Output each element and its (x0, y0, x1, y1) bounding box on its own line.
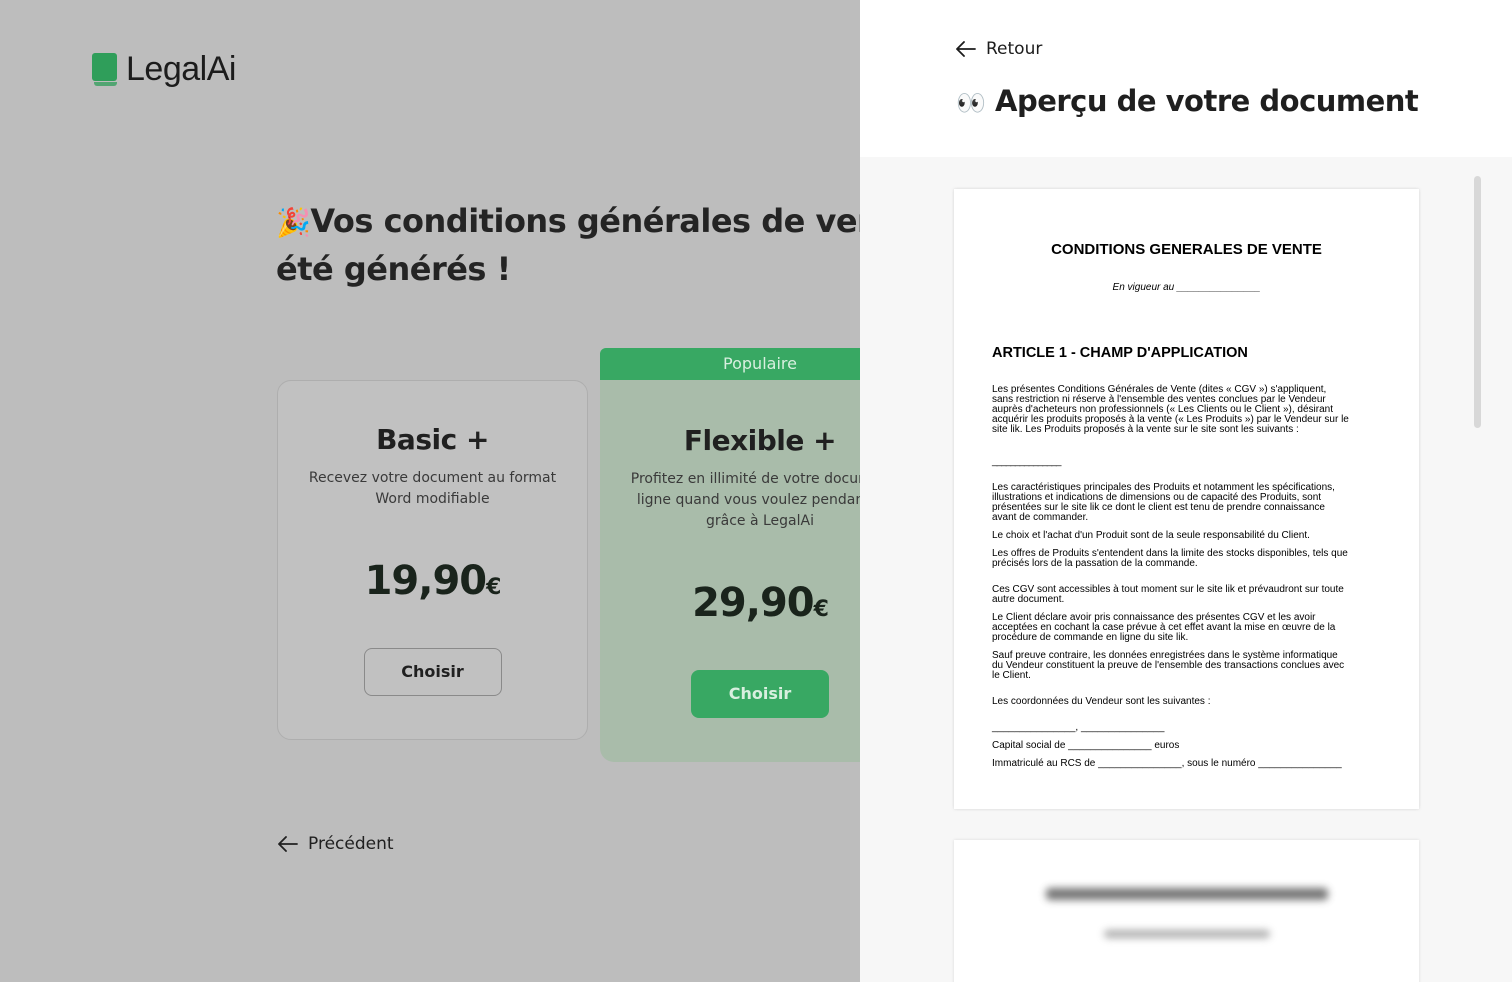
plan-description-line: Recevez votre document au format (308, 470, 557, 486)
logo[interactable]: LegalAi (92, 50, 236, 89)
plan-description: Recevez votre document au format Word mo… (278, 468, 587, 510)
panel-header: Retour 👀 Aperçu de votre document (860, 0, 1512, 157)
previous-button[interactable]: Précédent (278, 834, 394, 854)
plan-price: 19,90€ (278, 558, 587, 604)
back-label: Retour (986, 39, 1043, 59)
previous-label: Précédent (308, 834, 394, 854)
document-page-1: CONDITIONS GENERALES DE VENTE En vigueur… (954, 189, 1419, 809)
plan-title: Basic + (376, 423, 489, 456)
choose-flexible-button[interactable]: Choisir (691, 670, 829, 718)
arrow-left-icon (956, 41, 976, 57)
logo-text: LegalAi (126, 50, 236, 88)
doc-line: avant de commander. (992, 512, 1089, 523)
document-preview-panel: Retour 👀 Aperçu de votre document CONDIT… (860, 0, 1512, 982)
plan-description-line: grâce à LegalAi (705, 513, 814, 529)
plan-description-line: ligne quand vous voulez pendant 1 (636, 492, 884, 508)
doc-line: autre document. (992, 594, 1065, 605)
doc-paragraph: _______________, _______________ (992, 723, 1381, 733)
doc-line: Les coordonnées du Vendeur sont les suiv… (992, 696, 1211, 707)
doc-paragraph: Les offres de Produits s'entendent dans … (992, 549, 1381, 569)
doc-paragraph: Les caractéristiques principales des Pro… (992, 483, 1381, 523)
plan-price-value: 29,90 (692, 580, 815, 626)
page-title-line2: été générés ! (276, 250, 511, 288)
doc-paragraph: Ces CGV sont accessibles à tout moment s… (992, 585, 1381, 605)
eyes-icon: 👀 (956, 89, 986, 117)
doc-line: procédure de commande en ligne du site l… (992, 632, 1189, 643)
doc-line: Immatriculé au RCS de _______________, s… (992, 758, 1342, 769)
party-popper-icon: 🎉 (276, 206, 311, 239)
back-button[interactable]: Retour (956, 39, 1042, 59)
doc-line: Capital social de _______________ euros (992, 740, 1180, 751)
page-title-line1: Vos conditions générales de vente o (310, 202, 948, 240)
panel-title: 👀 Aperçu de votre document (956, 84, 1419, 118)
book-icon (92, 53, 118, 86)
document-page-2-blurred (954, 840, 1419, 982)
doc-paragraph: Sauf preuve contraire, les données enreg… (992, 651, 1381, 681)
plan-card-basic: Basic + Recevez votre document au format… (277, 380, 588, 740)
doc-paragraph: Immatriculé au RCS de _______________, s… (992, 759, 1381, 769)
arrow-left-icon (278, 836, 298, 852)
scrollbar-thumb[interactable] (1474, 176, 1481, 428)
doc-line: Le choix et l'achat d'un Produit sont de… (992, 530, 1310, 541)
plan-description-line: Profitez en illimité de votre documen (630, 471, 890, 487)
doc-line: le Client. (992, 670, 1031, 681)
doc-article-heading: ARTICLE 1 - CHAMP D'APPLICATION (992, 345, 1248, 361)
doc-paragraph: Les présentes Conditions Générales de Ve… (992, 385, 1381, 435)
blurred-text (1046, 888, 1328, 900)
doc-subtitle: En vigueur au _______________ (1112, 282, 1261, 293)
plan-description-line: Word modifiable (375, 491, 490, 507)
doc-line: _______________, _______________ (992, 722, 1165, 733)
doc-line: précisés lors de la passation de la comm… (992, 558, 1198, 569)
plan-price-currency: € (813, 597, 829, 622)
doc-paragraph: Le choix et l'achat d'un Produit sont de… (992, 531, 1381, 541)
doc-title: CONDITIONS GENERALES DE VENTE (1051, 241, 1322, 258)
plan-price-currency: € (486, 575, 501, 600)
doc-line: site lik. Les Produits proposés à la ven… (992, 424, 1299, 435)
doc-paragraph: Le Client déclare avoir pris connaissanc… (992, 613, 1381, 643)
doc-blank-line: _______________ (992, 456, 1061, 467)
doc-paragraph: Les coordonnées du Vendeur sont les suiv… (992, 697, 1381, 707)
doc-line: du Vendeur constituent la preuve de l'en… (992, 660, 1345, 671)
doc-paragraph: Capital social de _______________ euros (992, 741, 1381, 751)
panel-title-text: Aperçu de votre document (995, 84, 1419, 118)
plan-price-value: 19,90 (364, 558, 488, 604)
blurred-text (1104, 930, 1270, 938)
choose-basic-button[interactable]: Choisir (363, 648, 502, 696)
